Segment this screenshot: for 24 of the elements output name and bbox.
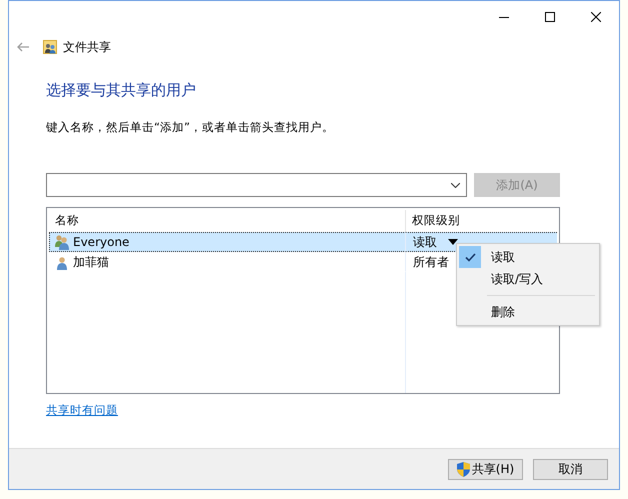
checkmark-icon bbox=[464, 252, 476, 262]
column-header[interactable]: 权限级别 bbox=[406, 210, 557, 232]
maximize-icon[interactable] bbox=[545, 12, 555, 22]
window-title: 文件共享 bbox=[63, 38, 111, 56]
shared-folder-icon bbox=[43, 40, 57, 54]
chevron-down-icon[interactable] bbox=[451, 182, 460, 188]
page-heading: 选择要与其共享的用户 bbox=[46, 81, 197, 100]
cancel-button[interactable]: 取消 bbox=[533, 458, 608, 480]
menu-item[interactable]: 删除 bbox=[457, 301, 599, 323]
menu-item[interactable]: 读取/写入 bbox=[457, 268, 599, 290]
instruction-text: 键入名称，然后单击“添加”，或者单击箭头查找用户。 bbox=[46, 120, 335, 135]
permission-level: 读取 bbox=[413, 234, 437, 250]
user-name: Everyone bbox=[73, 235, 130, 249]
user-icon bbox=[54, 254, 70, 270]
share-button[interactable]: 共享(H) bbox=[448, 458, 523, 480]
dropdown-arrow-icon[interactable] bbox=[448, 239, 458, 245]
back-arrow-icon[interactable] bbox=[17, 42, 29, 52]
close-icon[interactable] bbox=[591, 12, 601, 22]
help-link[interactable]: 共享时有问题 bbox=[46, 403, 118, 418]
user-name: 加菲猫 bbox=[73, 254, 109, 270]
user-row[interactable]: 加菲猫 bbox=[49, 252, 406, 272]
user-row[interactable]: Everyone bbox=[49, 232, 406, 252]
users-icon bbox=[54, 234, 70, 250]
user-name-combo-box[interactable] bbox=[46, 173, 467, 197]
